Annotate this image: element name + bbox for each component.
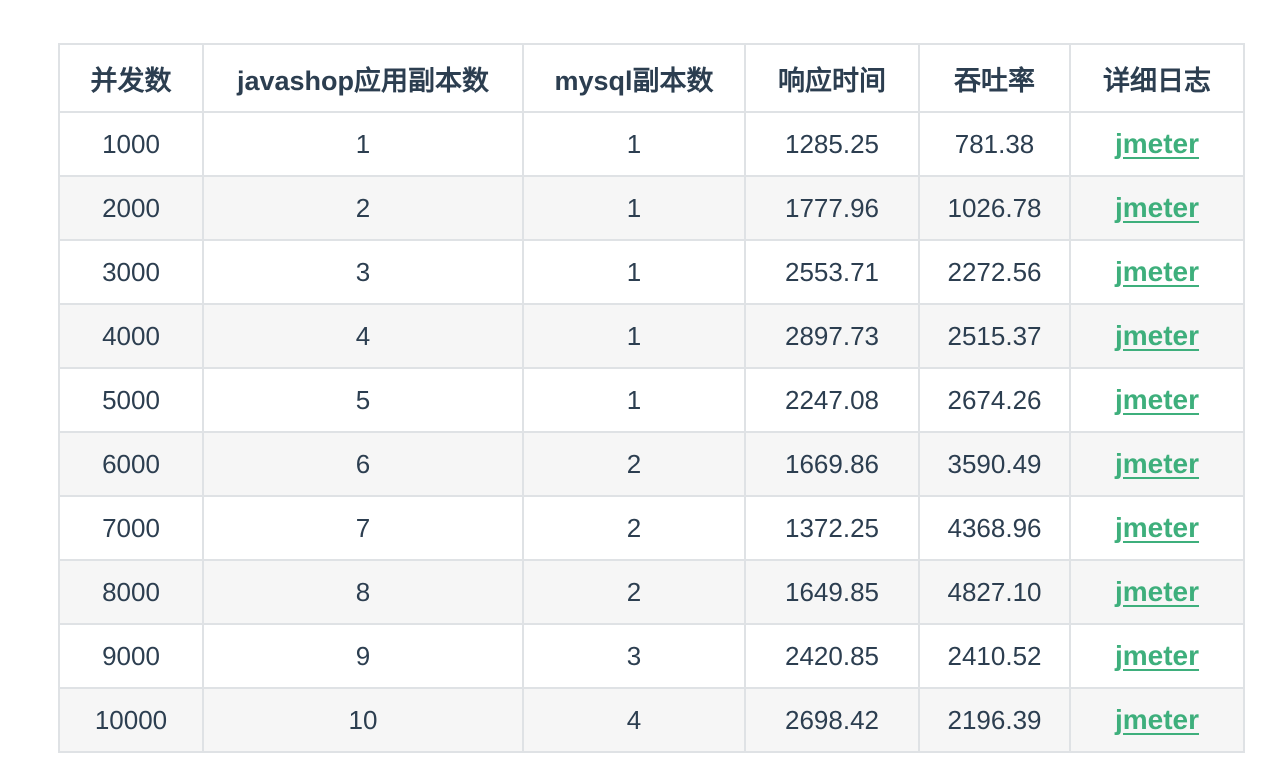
jmeter-log-link[interactable]: jmeter: [1115, 448, 1199, 479]
table-row: 6000 6 2 1669.86 3590.49 jmeter: [58, 431, 1245, 497]
cell-response-time: 1285.25: [744, 111, 920, 177]
cell-concurrency: 3000: [58, 239, 204, 305]
cell-throughput: 1026.78: [918, 175, 1071, 241]
cell-mysql-replicas: 2: [522, 495, 746, 561]
cell-app-replicas: 7: [202, 495, 524, 561]
cell-throughput: 3590.49: [918, 431, 1071, 497]
cell-app-replicas: 1: [202, 111, 524, 177]
results-table: 并发数 javashop应用副本数 mysql副本数 响应时间 吞吐率 详细日志…: [58, 43, 1245, 753]
cell-concurrency: 4000: [58, 303, 204, 369]
cell-mysql-replicas: 1: [522, 303, 746, 369]
table-row: 8000 8 2 1649.85 4827.10 jmeter: [58, 559, 1245, 625]
header-concurrency: 并发数: [58, 43, 204, 113]
cell-detail-log: jmeter: [1069, 559, 1245, 625]
cell-detail-log: jmeter: [1069, 239, 1245, 305]
cell-response-time: 1372.25: [744, 495, 920, 561]
table-row: 4000 4 1 2897.73 2515.37 jmeter: [58, 303, 1245, 369]
cell-detail-log: jmeter: [1069, 303, 1245, 369]
cell-concurrency: 8000: [58, 559, 204, 625]
cell-concurrency: 10000: [58, 687, 204, 753]
table-row: 3000 3 1 2553.71 2272.56 jmeter: [58, 239, 1245, 305]
cell-detail-log: jmeter: [1069, 495, 1245, 561]
cell-app-replicas: 10: [202, 687, 524, 753]
cell-response-time: 1669.86: [744, 431, 920, 497]
cell-app-replicas: 8: [202, 559, 524, 625]
cell-response-time: 2247.08: [744, 367, 920, 433]
cell-throughput: 2196.39: [918, 687, 1071, 753]
cell-concurrency: 2000: [58, 175, 204, 241]
table-row: 9000 9 3 2420.85 2410.52 jmeter: [58, 623, 1245, 689]
jmeter-log-link[interactable]: jmeter: [1115, 192, 1199, 223]
cell-response-time: 2698.42: [744, 687, 920, 753]
cell-app-replicas: 2: [202, 175, 524, 241]
cell-response-time: 2553.71: [744, 239, 920, 305]
cell-detail-log: jmeter: [1069, 367, 1245, 433]
cell-app-replicas: 6: [202, 431, 524, 497]
cell-mysql-replicas: 1: [522, 367, 746, 433]
jmeter-log-link[interactable]: jmeter: [1115, 576, 1199, 607]
header-response-time: 响应时间: [744, 43, 920, 113]
cell-response-time: 1777.96: [744, 175, 920, 241]
cell-mysql-replicas: 1: [522, 111, 746, 177]
jmeter-log-link[interactable]: jmeter: [1115, 640, 1199, 671]
cell-response-time: 1649.85: [744, 559, 920, 625]
cell-detail-log: jmeter: [1069, 687, 1245, 753]
cell-throughput: 4368.96: [918, 495, 1071, 561]
cell-concurrency: 6000: [58, 431, 204, 497]
header-mysql-replicas: mysql副本数: [522, 43, 746, 113]
jmeter-log-link[interactable]: jmeter: [1115, 128, 1199, 159]
cell-app-replicas: 9: [202, 623, 524, 689]
cell-mysql-replicas: 1: [522, 175, 746, 241]
cell-detail-log: jmeter: [1069, 431, 1245, 497]
header-app-replicas: javashop应用副本数: [202, 43, 524, 113]
cell-mysql-replicas: 3: [522, 623, 746, 689]
cell-detail-log: jmeter: [1069, 623, 1245, 689]
cell-response-time: 2420.85: [744, 623, 920, 689]
cell-concurrency: 9000: [58, 623, 204, 689]
cell-app-replicas: 4: [202, 303, 524, 369]
jmeter-log-link[interactable]: jmeter: [1115, 320, 1199, 351]
cell-app-replicas: 5: [202, 367, 524, 433]
cell-throughput: 781.38: [918, 111, 1071, 177]
table-header-row: 并发数 javashop应用副本数 mysql副本数 响应时间 吞吐率 详细日志: [58, 43, 1245, 113]
cell-mysql-replicas: 4: [522, 687, 746, 753]
cell-mysql-replicas: 2: [522, 431, 746, 497]
cell-response-time: 2897.73: [744, 303, 920, 369]
cell-app-replicas: 3: [202, 239, 524, 305]
jmeter-log-link[interactable]: jmeter: [1115, 256, 1199, 287]
cell-throughput: 2272.56: [918, 239, 1071, 305]
cell-throughput: 2515.37: [918, 303, 1071, 369]
cell-concurrency: 5000: [58, 367, 204, 433]
cell-detail-log: jmeter: [1069, 111, 1245, 177]
header-throughput: 吞吐率: [918, 43, 1071, 113]
cell-mysql-replicas: 1: [522, 239, 746, 305]
cell-mysql-replicas: 2: [522, 559, 746, 625]
table-row: 1000 1 1 1285.25 781.38 jmeter: [58, 111, 1245, 177]
cell-concurrency: 1000: [58, 111, 204, 177]
table-body: 1000 1 1 1285.25 781.38 jmeter 2000 2 1 1777.96 10…: [58, 111, 1245, 753]
cell-detail-log: jmeter: [1069, 175, 1245, 241]
jmeter-log-link[interactable]: jmeter: [1115, 704, 1199, 735]
header-detail-log: 详细日志: [1069, 43, 1245, 113]
cell-throughput: 4827.10: [918, 559, 1071, 625]
jmeter-log-link[interactable]: jmeter: [1115, 512, 1199, 543]
results-table-container: 并发数 javashop应用副本数 mysql副本数 响应时间 吞吐率 详细日志…: [58, 43, 1245, 753]
table-row: 10000 10 4 2698.42 2196.39 jmeter: [58, 687, 1245, 753]
cell-throughput: 2674.26: [918, 367, 1071, 433]
cell-throughput: 2410.52: [918, 623, 1071, 689]
table-row: 2000 2 1 1777.96 1026.78 jmeter: [58, 175, 1245, 241]
cell-concurrency: 7000: [58, 495, 204, 561]
table-row: 5000 5 1 2247.08 2674.26 jmeter: [58, 367, 1245, 433]
table-row: 7000 7 2 1372.25 4368.96 jmeter: [58, 495, 1245, 561]
jmeter-log-link[interactable]: jmeter: [1115, 384, 1199, 415]
